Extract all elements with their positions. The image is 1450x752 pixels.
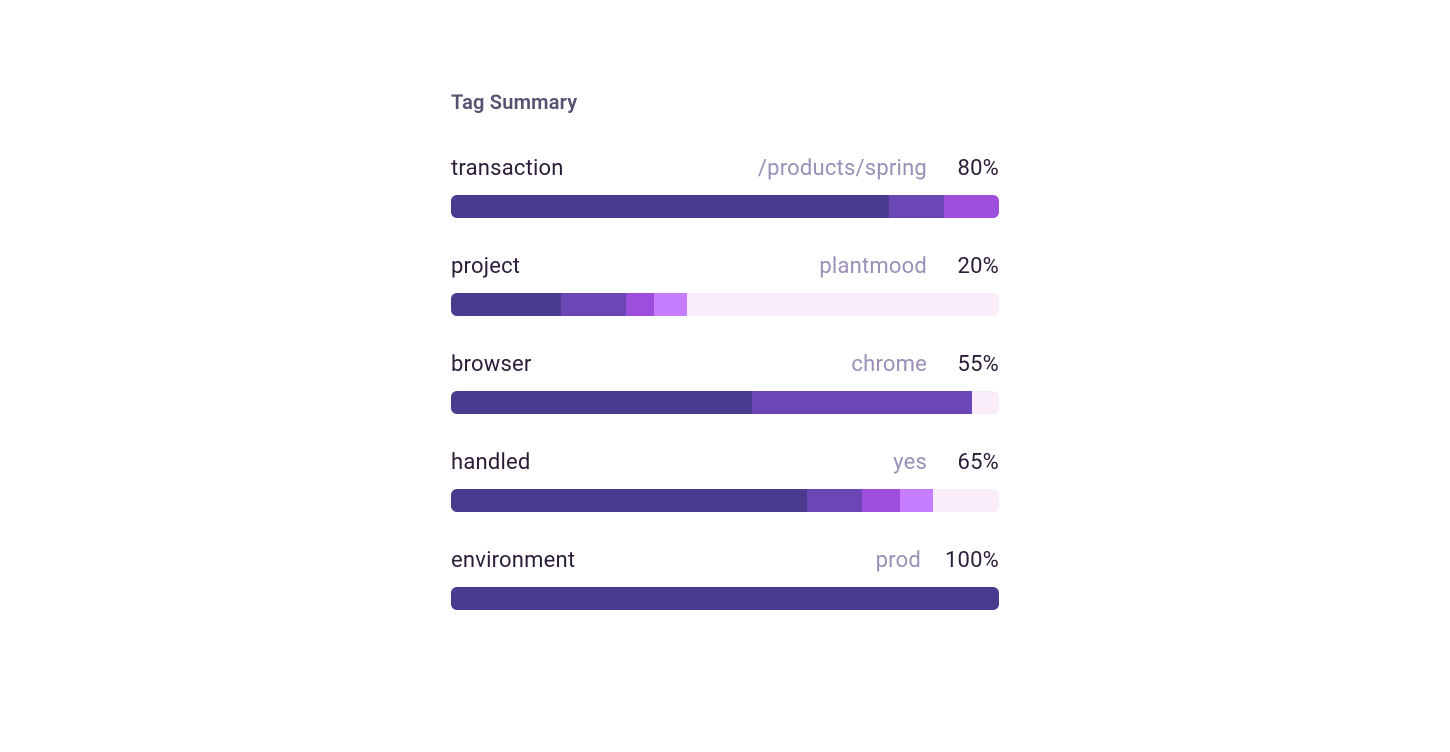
- tag-name[interactable]: handled: [451, 450, 530, 475]
- tag-bar[interactable]: [451, 195, 999, 218]
- tag-meta: chrome 55%: [851, 352, 999, 377]
- tag-bar-segment[interactable]: [561, 293, 627, 316]
- tag-bar-segment[interactable]: [654, 293, 687, 316]
- tag-top-pct: 55%: [951, 352, 999, 377]
- tag-meta: prod 100%: [876, 548, 999, 573]
- tag-top-pct: 65%: [951, 450, 999, 475]
- tag-bar-segment[interactable]: [687, 293, 999, 316]
- tag-bar-segment[interactable]: [889, 195, 944, 218]
- tag-row: browser chrome 55%: [451, 352, 999, 414]
- tag-bar[interactable]: [451, 293, 999, 316]
- tag-bar[interactable]: [451, 587, 999, 610]
- tag-bar-segment[interactable]: [807, 489, 862, 512]
- tag-bar-segment[interactable]: [451, 391, 752, 414]
- tag-header: handled yes 65%: [451, 450, 999, 475]
- tag-name[interactable]: browser: [451, 352, 532, 377]
- tag-bar[interactable]: [451, 391, 999, 414]
- tag-name[interactable]: environment: [451, 548, 575, 573]
- tag-top-pct: 80%: [951, 156, 999, 181]
- tag-row: handled yes 65%: [451, 450, 999, 512]
- tag-bar-segment[interactable]: [451, 587, 999, 610]
- tag-top-value[interactable]: prod: [876, 548, 921, 573]
- tag-rows: transaction/products/spring 80% project pla…: [451, 156, 999, 610]
- tag-row: transaction/products/spring 80%: [451, 156, 999, 218]
- tag-bar[interactable]: [451, 489, 999, 512]
- tag-meta: /products/spring 80%: [758, 156, 999, 181]
- tag-bar-segment[interactable]: [972, 391, 999, 414]
- tag-header: browser chrome 55%: [451, 352, 999, 377]
- tag-bar-segment[interactable]: [862, 489, 900, 512]
- tag-header: project plantmood 20%: [451, 254, 999, 279]
- tag-top-pct: 100%: [945, 548, 999, 573]
- tag-meta: yes 65%: [893, 450, 999, 475]
- tag-header: transaction/products/spring 80%: [451, 156, 999, 181]
- tag-bar-segment[interactable]: [451, 489, 807, 512]
- tag-top-value[interactable]: /products/spring: [758, 156, 927, 181]
- panel-title: Tag Summary: [451, 90, 999, 114]
- tag-meta: plantmood 20%: [819, 254, 999, 279]
- tag-header: environment prod 100%: [451, 548, 999, 573]
- tag-bar-segment[interactable]: [451, 195, 889, 218]
- tag-top-value[interactable]: chrome: [851, 352, 927, 377]
- tag-top-value[interactable]: yes: [893, 450, 927, 475]
- tag-top-pct: 20%: [951, 254, 999, 279]
- tag-bar-segment[interactable]: [944, 195, 999, 218]
- tag-bar-segment[interactable]: [451, 293, 561, 316]
- tag-bar-segment[interactable]: [900, 489, 933, 512]
- tag-bar-segment[interactable]: [933, 489, 999, 512]
- tag-row: project plantmood 20%: [451, 254, 999, 316]
- tag-bar-segment[interactable]: [626, 293, 653, 316]
- tag-name[interactable]: transaction: [451, 156, 564, 181]
- tag-bar-segment[interactable]: [752, 391, 971, 414]
- tag-row: environment prod 100%: [451, 548, 999, 610]
- tag-summary-panel: Tag Summary transaction/products/spring 8…: [451, 90, 999, 646]
- tag-name[interactable]: project: [451, 254, 520, 279]
- tag-top-value[interactable]: plantmood: [819, 254, 927, 279]
